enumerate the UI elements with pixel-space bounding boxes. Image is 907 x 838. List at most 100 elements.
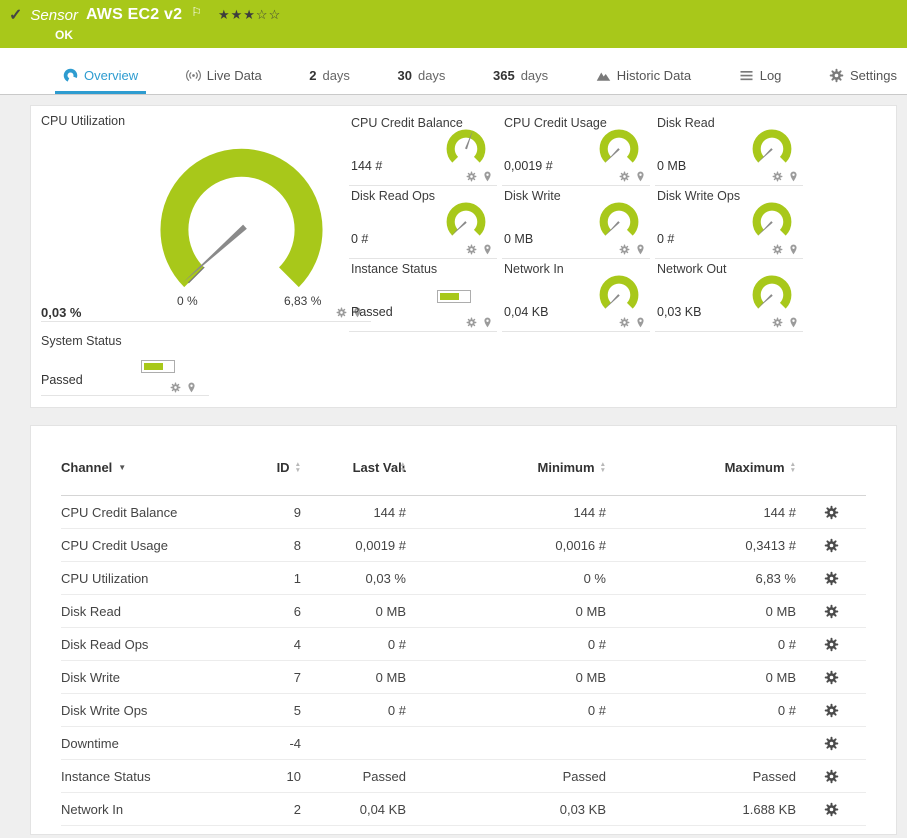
column-header-maximum[interactable]: Maximum ▲ ▼	[606, 460, 796, 475]
gear-icon[interactable]	[466, 317, 477, 328]
channel-last-value: 0 MB	[375, 669, 406, 685]
tab-label: Live Data	[206, 68, 262, 83]
gauge-tile-system-status[interactable]: System Status Passed	[41, 334, 209, 396]
channel-settings-icon[interactable]	[824, 571, 839, 586]
column-header-minimum[interactable]: Minimum ▲ ▼	[406, 460, 607, 475]
pin-icon[interactable]	[788, 244, 799, 255]
gauge-tile-disk-read-ops[interactable]: Disk Read Ops 0 #	[349, 187, 497, 259]
channel-minimum: 0 #	[587, 636, 606, 652]
pin-icon[interactable]	[635, 317, 646, 328]
channel-name: CPU Credit Usage	[61, 537, 168, 553]
channel-settings-icon[interactable]	[824, 505, 839, 520]
gauge-value: 0 MB	[504, 232, 534, 246]
gauge-tile-network-out[interactable]: Network Out 0,03 KB	[655, 260, 803, 332]
channel-settings-icon[interactable]	[824, 538, 839, 553]
pin-icon[interactable]	[482, 171, 493, 182]
tab-live-data[interactable]: Live Data	[178, 68, 270, 94]
channel-name: CPU Utilization	[61, 570, 149, 586]
gauge-tile-instance-status[interactable]: Instance Status Passed	[349, 260, 497, 332]
channel-last-value: 0,03 %	[365, 570, 406, 586]
channel-settings-icon[interactable]	[824, 637, 839, 652]
gauge-tile-disk-write-ops[interactable]: Disk Write Ops 0 #	[655, 187, 803, 259]
channel-id: 4	[293, 636, 301, 652]
gear-icon[interactable]	[466, 171, 477, 182]
tab-label: days	[520, 68, 549, 83]
priority-flag-icon[interactable]: ⚐	[191, 5, 202, 19]
column-header-id[interactable]: ID ▲ ▼	[231, 460, 301, 475]
sort-caret-icon: ▼	[118, 463, 127, 472]
channel-settings-icon[interactable]	[824, 802, 839, 817]
channel-settings-icon[interactable]	[824, 703, 839, 718]
gauge-value: Passed	[41, 373, 83, 387]
table-row[interactable]: CPU Credit Balance 9 144 # 144 # 144 #	[61, 496, 866, 529]
gear-icon[interactable]	[619, 317, 630, 328]
pin-icon[interactable]	[482, 317, 493, 328]
pin-icon[interactable]	[635, 244, 646, 255]
channel-name: Disk Write	[61, 669, 120, 685]
gauge-tile-cpu-credit-balance[interactable]: CPU Credit Balance 144 #	[349, 114, 497, 186]
tab-historic-data[interactable]: Historic Data	[588, 68, 699, 94]
gauge-value: 0 MB	[657, 159, 687, 173]
gear-icon[interactable]	[772, 244, 783, 255]
tab-2-days[interactable]: 2 days	[301, 68, 358, 94]
channel-settings-icon[interactable]	[824, 736, 839, 751]
tab-overview[interactable]: Overview	[55, 68, 147, 94]
channel-settings-icon[interactable]	[824, 670, 839, 685]
channel-minimum: 0 MB	[575, 669, 606, 685]
tab-label: Overview	[84, 68, 139, 83]
pin-icon[interactable]	[635, 171, 646, 182]
channel-maximum: 1.688 KB	[742, 801, 797, 817]
channel-id: 6	[293, 603, 301, 619]
gauge-value: Passed	[351, 305, 393, 319]
channel-id: 10	[286, 768, 301, 784]
gear-icon[interactable]	[619, 244, 630, 255]
tab-number: 30	[397, 68, 412, 83]
tab-log[interactable]: Log	[731, 68, 790, 94]
status-indicator	[437, 290, 471, 303]
gauge-tile-cpu-credit-usage[interactable]: CPU Credit Usage 0,0019 #	[502, 114, 650, 186]
gauge-title: System Status	[41, 334, 122, 348]
channel-last-value: 144 #	[373, 504, 406, 520]
table-row[interactable]: Disk Write Ops 5 0 # 0 # 0 #	[61, 694, 866, 727]
gauge-tile-network-in[interactable]: Network In 0,04 KB	[502, 260, 650, 332]
status-check-icon: ✓	[9, 7, 23, 24]
channel-settings-icon[interactable]	[824, 769, 839, 784]
channel-id: 1	[293, 570, 301, 586]
tab-30-days[interactable]: 30 days	[390, 68, 454, 94]
pin-icon[interactable]	[482, 244, 493, 255]
gear-icon[interactable]	[619, 171, 630, 182]
priority-stars[interactable]: ★★★☆☆	[218, 7, 281, 23]
column-header-last-value[interactable]: Last Value ▲▼	[301, 460, 406, 475]
gear-icon[interactable]	[336, 307, 347, 318]
pin-icon[interactable]	[788, 317, 799, 328]
channel-settings-icon[interactable]	[824, 604, 839, 619]
channel-name: Disk Read Ops	[61, 636, 149, 652]
gear-icon[interactable]	[170, 382, 181, 393]
table-row[interactable]: Disk Read Ops 4 0 # 0 # 0 #	[61, 628, 866, 661]
tab-label: days	[417, 68, 446, 83]
table-row[interactable]: Network In 2 0,04 KB 0,03 KB 1.688 KB	[61, 793, 866, 826]
table-row[interactable]: Downtime -4	[61, 727, 866, 760]
gauge-tile-disk-write[interactable]: Disk Write 0 MB	[502, 187, 650, 259]
gauge-tile-disk-read[interactable]: Disk Read 0 MB	[655, 114, 803, 186]
gear-icon[interactable]	[772, 171, 783, 182]
sort-arrows-icon: ▲ ▼	[789, 461, 796, 474]
gear-icon[interactable]	[772, 317, 783, 328]
channel-minimum: Passed	[562, 768, 606, 784]
table-row[interactable]: CPU Utilization 1 0,03 % 0 % 6,83 %	[61, 562, 866, 595]
column-header-channel[interactable]: Channel ▼	[61, 460, 231, 475]
table-row[interactable]: CPU Credit Usage 8 0,0019 # 0,0016 # 0,3…	[61, 529, 866, 562]
tab-365-days[interactable]: 365 days	[485, 68, 556, 94]
pin-icon[interactable]	[788, 171, 799, 182]
channel-maximum: 6,83 %	[755, 570, 796, 586]
table-row[interactable]: Disk Read 6 0 MB 0 MB 0 MB	[61, 595, 866, 628]
gear-icon[interactable]	[466, 244, 477, 255]
pin-icon[interactable]	[186, 382, 197, 393]
table-row[interactable]: Instance Status 10 Passed Passed Passed	[61, 760, 866, 793]
tab-settings[interactable]: Settings	[821, 68, 905, 94]
table-row[interactable]: Disk Write 7 0 MB 0 MB 0 MB	[61, 661, 866, 694]
gauge-value: 0,04 KB	[504, 305, 549, 319]
historic-data-icon	[596, 68, 611, 83]
channel-minimum: 0,03 KB	[559, 801, 606, 817]
gauge-tile-cpu-utilization[interactable]: CPU Utilization 0 % 6,83 % 0,03 %	[41, 114, 371, 322]
